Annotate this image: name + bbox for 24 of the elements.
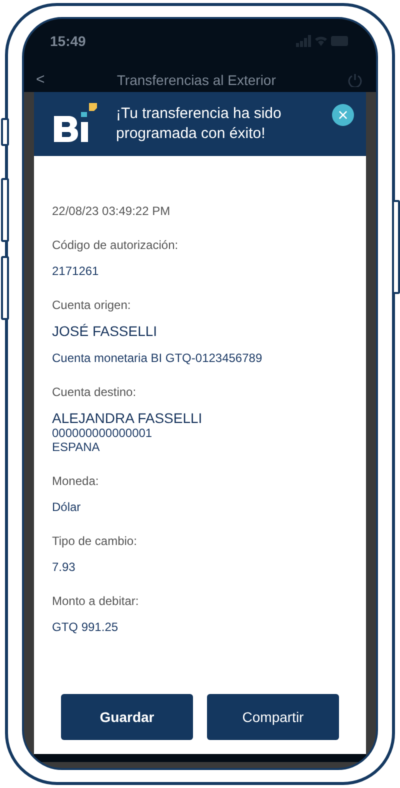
field-value: 000000000000001	[52, 426, 154, 440]
field-label: Cuenta destino:	[52, 385, 138, 399]
screen-title: Transferencias al Exterior	[116, 72, 277, 88]
back-button[interactable]: <	[36, 71, 45, 88]
field-label: Monto a debitar:	[52, 594, 140, 608]
field-label: Tipo de cambio:	[52, 534, 138, 548]
field-value: 7.93	[52, 560, 76, 574]
power-icon[interactable]	[348, 72, 362, 86]
field-value: ALEJANDRA FASSELLI	[52, 411, 204, 426]
field-label: Moneda:	[52, 474, 100, 488]
action-button[interactable]: Guardar	[61, 694, 193, 740]
field-value: JOSÉ FASSELLI	[52, 324, 158, 339]
field-label: Código de autorización:	[52, 238, 180, 252]
field-value: ESPANA	[52, 440, 101, 454]
field-label: Cuenta origen:	[52, 298, 132, 312]
field-value: 2171261	[52, 264, 100, 278]
field-value: GTQ 991.25	[52, 620, 120, 634]
success-title: ¡Tu transferencia ha sido programada con éxito!	[116, 104, 282, 144]
field-value: Cuenta monetaria BI GTQ-0123456789	[52, 351, 264, 365]
field-value: 22/08/23 03:49:22 PM	[52, 204, 172, 218]
status-time: 15:49	[50, 33, 86, 49]
action-button[interactable]: Compartir	[207, 694, 339, 740]
field-value: Dólar	[52, 500, 82, 514]
status-icons	[296, 35, 350, 47]
